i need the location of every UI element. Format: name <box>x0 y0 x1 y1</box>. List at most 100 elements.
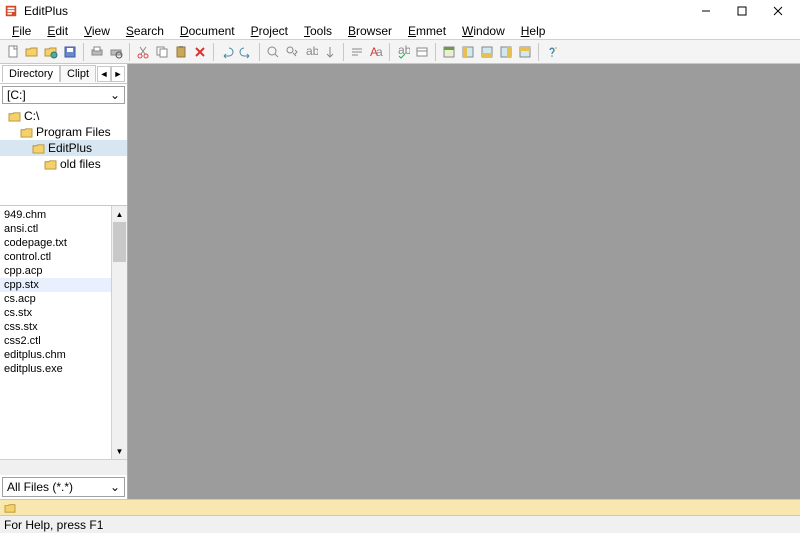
scroll-thumb[interactable] <box>113 222 126 262</box>
folder-tree: C:\ Program Files EditPlus old files <box>0 106 127 206</box>
find-button[interactable] <box>264 43 282 61</box>
copy-button[interactable] <box>153 43 171 61</box>
help-button[interactable] <box>543 43 561 61</box>
paste-button[interactable] <box>172 43 190 61</box>
print-preview-button[interactable] <box>107 43 125 61</box>
preferences-button[interactable] <box>413 43 431 61</box>
file-item[interactable]: cs.acp <box>0 292 127 306</box>
editor-area <box>128 64 800 499</box>
minimize-button[interactable] <box>688 0 724 22</box>
undo-button[interactable] <box>218 43 236 61</box>
window-title: EditPlus <box>24 4 688 18</box>
scroll-up-icon[interactable]: ▲ <box>112 206 127 222</box>
tree-item-label: EditPlus <box>48 141 92 155</box>
file-item[interactable]: codepage.txt <box>0 236 127 250</box>
folder-icon <box>4 503 16 513</box>
menu-file[interactable]: File <box>4 22 39 40</box>
tab-directory[interactable]: Directory <box>2 65 60 82</box>
menu-tools[interactable]: Tools <box>296 22 340 40</box>
toolbar-separator <box>259 43 260 61</box>
cut-button[interactable] <box>134 43 152 61</box>
scroll-down-icon[interactable]: ▼ <box>112 443 127 459</box>
browser-button[interactable] <box>440 43 458 61</box>
maximize-button[interactable] <box>724 0 760 22</box>
tree-item-label: Program Files <box>36 125 111 139</box>
replace-button[interactable]: ab <box>302 43 320 61</box>
file-item[interactable]: cpp.acp <box>0 264 127 278</box>
tree-item[interactable]: old files <box>0 156 127 172</box>
open-file-button[interactable] <box>23 43 41 61</box>
output-button[interactable] <box>478 43 496 61</box>
tab-cliptext[interactable]: Clipt <box>60 65 96 82</box>
cliptext-button[interactable] <box>497 43 515 61</box>
word-wrap-button[interactable] <box>348 43 366 61</box>
close-button[interactable] <box>760 0 796 22</box>
toolbar-separator <box>389 43 390 61</box>
status-text: For Help, press F1 <box>4 518 103 532</box>
app-icon <box>4 4 18 18</box>
open-remote-button[interactable] <box>42 43 60 61</box>
tab-scroll-left[interactable]: ◄ <box>97 66 111 82</box>
chevron-down-icon: ⌄ <box>110 88 120 102</box>
file-filter-selector[interactable]: All Files (*.*) ⌄ <box>2 477 125 497</box>
font-settings-button[interactable]: Aa <box>367 43 385 61</box>
save-button[interactable] <box>61 43 79 61</box>
title-bar: EditPlus <box>0 0 800 22</box>
toolbar: ab Aa ab <box>0 40 800 64</box>
svg-text:ab: ab <box>306 45 318 58</box>
file-item[interactable]: 949.chm <box>0 208 127 222</box>
new-file-button[interactable] <box>4 43 22 61</box>
tree-item[interactable]: Program Files <box>0 124 127 140</box>
menu-project[interactable]: Project <box>243 22 296 40</box>
file-item[interactable]: cpp.stx <box>0 278 127 292</box>
print-button[interactable] <box>88 43 106 61</box>
menu-browser[interactable]: Browser <box>340 22 400 40</box>
file-list: 949.chmansi.ctlcodepage.txtcontrol.ctlcp… <box>0 206 127 459</box>
folder-icon <box>8 111 21 122</box>
toolbar-separator <box>538 43 539 61</box>
file-item[interactable]: editplus.exe <box>0 362 127 376</box>
drive-selector[interactable]: [C:] ⌄ <box>2 86 125 104</box>
file-list-scrollbar[interactable]: ▲ ▼ <box>111 206 127 459</box>
menu-document[interactable]: Document <box>172 22 243 40</box>
menu-help[interactable]: Help <box>513 22 554 40</box>
toolbar-separator <box>83 43 84 61</box>
menu-edit[interactable]: Edit <box>39 22 76 40</box>
status-bar: For Help, press F1 <box>0 515 800 533</box>
menu-search[interactable]: Search <box>118 22 172 40</box>
folder-icon <box>20 127 33 138</box>
main-area: Directory Clipt ◄ ► [C:] ⌄ C:\ Program Fi… <box>0 64 800 499</box>
menu-emmet[interactable]: Emmet <box>400 22 454 40</box>
file-item[interactable]: editplus.chm <box>0 348 127 362</box>
sidebar: Directory Clipt ◄ ► [C:] ⌄ C:\ Program Fi… <box>0 64 128 499</box>
toolbar-separator <box>435 43 436 61</box>
find-next-button[interactable] <box>283 43 301 61</box>
redo-button[interactable] <box>237 43 255 61</box>
delete-button[interactable] <box>191 43 209 61</box>
drive-label: [C:] <box>7 88 26 102</box>
file-item[interactable]: ansi.ctl <box>0 222 127 236</box>
file-list-hscroll[interactable] <box>0 459 127 475</box>
menu-window[interactable]: Window <box>454 22 513 40</box>
goto-line-button[interactable] <box>321 43 339 61</box>
toolbar-separator <box>343 43 344 61</box>
file-item[interactable]: control.ctl <box>0 250 127 264</box>
filter-label: All Files (*.*) <box>7 480 73 494</box>
file-item[interactable]: css2.ctl <box>0 334 127 348</box>
menu-view[interactable]: View <box>76 22 118 40</box>
tree-item-label: C:\ <box>24 109 39 123</box>
file-item[interactable]: css.stx <box>0 320 127 334</box>
toolbar-separator <box>213 43 214 61</box>
file-item[interactable]: cs.stx <box>0 306 127 320</box>
tree-item[interactable]: C:\ <box>0 108 127 124</box>
tab-scroll-right[interactable]: ► <box>111 66 125 82</box>
spell-check-button[interactable]: ab <box>394 43 412 61</box>
chevron-down-icon: ⌄ <box>110 480 120 494</box>
directory-button[interactable] <box>459 43 477 61</box>
folder-icon <box>44 159 57 170</box>
tree-item[interactable]: EditPlus <box>0 140 127 156</box>
toolbar-separator <box>129 43 130 61</box>
tree-item-label: old files <box>60 157 101 171</box>
document-selector-button[interactable] <box>516 43 534 61</box>
document-tabstrip <box>0 499 800 515</box>
